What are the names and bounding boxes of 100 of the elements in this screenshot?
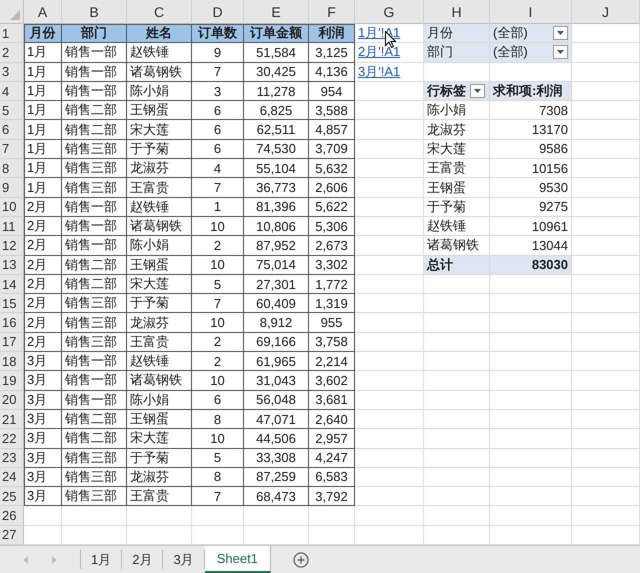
hyperlink[interactable]: 3月'!A1 (358, 62, 400, 81)
sheet-tab[interactable]: Sheet1 (204, 546, 271, 573)
table-cell: 销售三部 (62, 448, 127, 468)
column-header[interactable]: I (490, 0, 572, 24)
table-cell: 7 (192, 62, 244, 82)
empty-cell (572, 410, 640, 430)
pivot-total-value: 83030 (490, 256, 572, 275)
filter-dropdown-button[interactable] (470, 84, 485, 98)
table-cell: 3,588 (309, 101, 355, 120)
column-header[interactable]: A (24, 0, 62, 24)
column-header-cell: 订单数 (192, 24, 244, 44)
pivot-row-value: 9530 (490, 178, 572, 198)
row-number: 1 (0, 24, 24, 44)
empty-cell (572, 468, 640, 488)
hyperlink[interactable]: 2月'!A1 (358, 43, 400, 62)
table-cell: 6 (192, 101, 244, 120)
pivot-filter-field[interactable]: (全部) (490, 43, 572, 63)
empty-cell (572, 274, 640, 294)
table-cell: 王钢蛋 (127, 256, 192, 275)
row-number: 2 (0, 43, 24, 63)
empty-cell (355, 506, 424, 526)
empty-cell (309, 506, 355, 526)
row-number: 26 (0, 506, 24, 526)
table-cell: 2月 (24, 274, 62, 294)
row-number: 18 (0, 352, 24, 372)
empty-cell (355, 274, 424, 294)
table-cell: 6 (192, 390, 244, 410)
table-cell: 3月 (24, 352, 62, 372)
table-cell: 5 (192, 448, 244, 468)
empty-cell (424, 506, 490, 526)
empty-cell (355, 236, 424, 256)
table-cell: 赵铁锤 (127, 198, 192, 217)
table-cell: 87,952 (244, 236, 309, 256)
table-cell: 81,396 (244, 198, 309, 217)
table-cell: 于予菊 (127, 140, 192, 160)
column-header[interactable]: B (62, 0, 127, 24)
sheet-tab[interactable]: 1月 (81, 550, 122, 569)
table-cell: 销售一部 (62, 43, 127, 63)
table-cell: 3月 (24, 390, 62, 410)
table-cell: 1,772 (309, 274, 355, 294)
table-cell: 1月 (24, 101, 62, 120)
row-number: 4 (0, 82, 24, 102)
table-cell: 陈小娟 (127, 82, 192, 102)
table-cell: 王富贵 (127, 487, 192, 506)
table-cell: 陈小娟 (127, 236, 192, 256)
table-cell: 5 (192, 274, 244, 294)
table-cell: 王富贵 (127, 178, 192, 198)
empty-cell (572, 159, 640, 178)
table-cell: 销售三部 (62, 159, 127, 178)
table-cell: 销售一部 (62, 198, 127, 217)
empty-cell (355, 313, 424, 333)
table-cell: 于予菊 (127, 448, 192, 468)
table-cell: 3,792 (309, 487, 355, 506)
table-cell: 1月 (24, 159, 62, 178)
table-cell: 销售二部 (62, 410, 127, 430)
table-cell: 销售三部 (62, 468, 127, 488)
table-cell: 3,709 (309, 140, 355, 160)
empty-cell (355, 178, 424, 198)
column-header[interactable]: E (244, 0, 309, 24)
pivot-header-cell: 求和项:利润 (490, 82, 572, 102)
caret-icon (557, 31, 564, 36)
empty-cell (355, 120, 424, 140)
row-number: 23 (0, 448, 24, 468)
empty-cell (572, 429, 640, 449)
table-cell: 62,511 (244, 120, 309, 140)
pivot-row-name: 龙淑芬 (424, 120, 490, 140)
empty-cell (424, 313, 490, 333)
empty-cell (572, 371, 640, 391)
column-header[interactable]: C (127, 0, 192, 24)
table-cell: 31,043 (244, 371, 309, 391)
table-cell: 2,214 (309, 352, 355, 372)
column-header[interactable]: H (424, 0, 490, 24)
table-cell: 55,104 (244, 159, 309, 178)
table-cell: 2,640 (309, 410, 355, 430)
pivot-filter-field[interactable]: (全部) (490, 24, 572, 44)
column-header[interactable]: G (355, 0, 424, 24)
row-number: 27 (0, 526, 24, 545)
column-header[interactable]: D (192, 0, 244, 24)
row-number: 25 (0, 487, 24, 506)
filter-dropdown-button[interactable] (553, 26, 568, 40)
empty-cell (244, 506, 309, 526)
table-cell: 3,125 (309, 43, 355, 63)
column-header-cell: 部门 (62, 24, 127, 44)
table-cell: 2月 (24, 198, 62, 217)
column-header[interactable]: F (309, 0, 355, 24)
row-number: 20 (0, 390, 24, 410)
empty-cell (572, 62, 640, 82)
sheet-tab[interactable]: 2月 (122, 550, 164, 569)
pivot-row-value: 9586 (490, 140, 572, 160)
pivot-row-value: 7308 (490, 101, 572, 120)
table-cell: 王钢蛋 (127, 101, 192, 120)
empty-cell (424, 448, 490, 468)
table-cell: 955 (309, 313, 355, 333)
table-cell: 3月 (24, 487, 62, 506)
filter-dropdown-button[interactable] (553, 45, 568, 60)
table-cell: 6,583 (309, 468, 355, 488)
column-header[interactable]: J (572, 0, 640, 24)
table-cell: 龙淑芬 (127, 313, 192, 333)
row-number: 5 (0, 101, 24, 120)
table-cell: 74,530 (244, 140, 309, 160)
